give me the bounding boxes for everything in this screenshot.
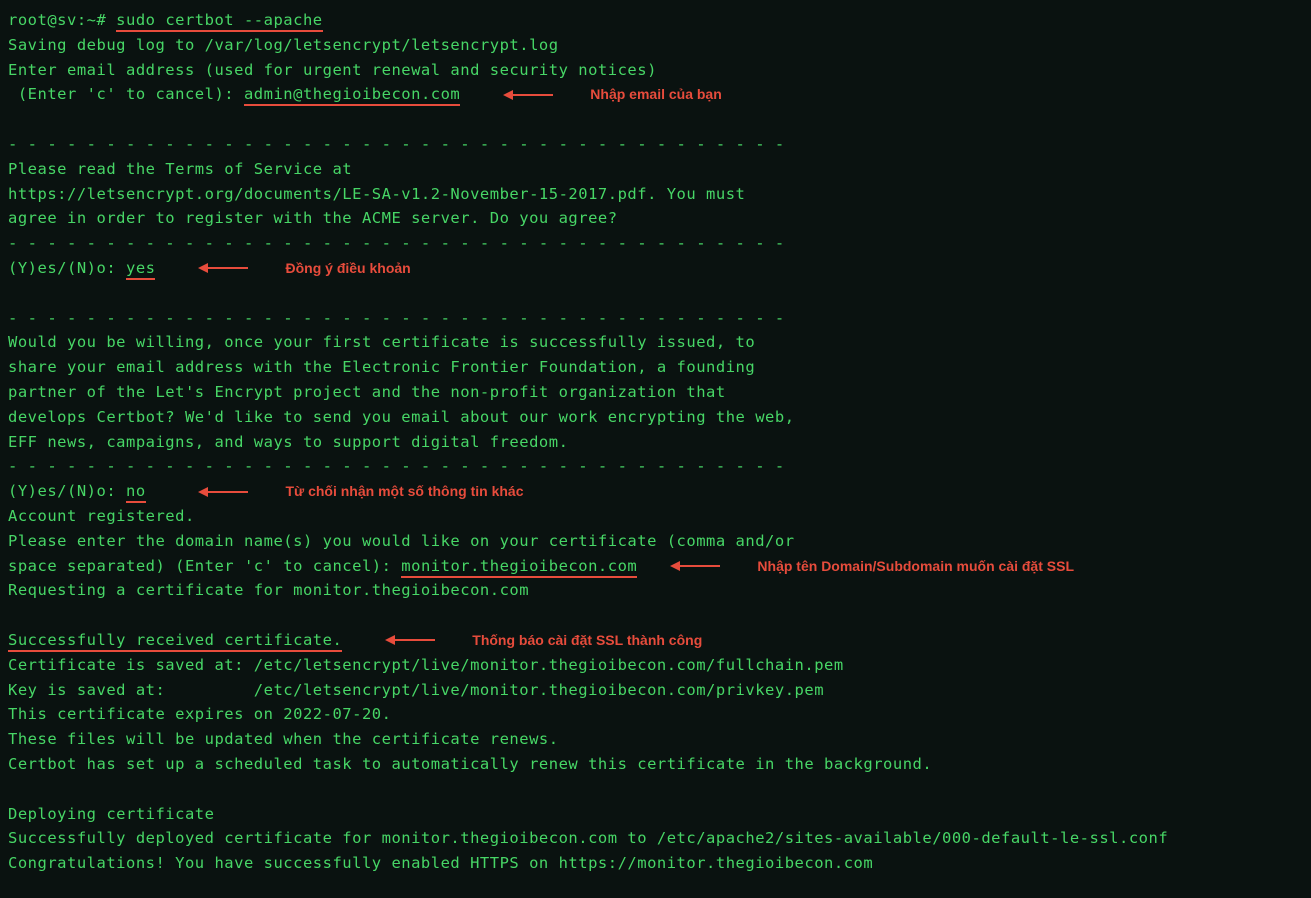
email-value: admin@thegioibecon.com [244, 85, 460, 106]
prompt-email-header: Enter email address (used for urgent ren… [8, 58, 1303, 83]
requesting-line: Requesting a certificate for monitor.the… [8, 578, 1303, 603]
eff-line: EFF news, campaigns, and ways to support… [8, 430, 1303, 455]
expiry-line: This certificate expires on 2022-07-20. [8, 702, 1303, 727]
divider: - - - - - - - - - - - - - - - - - - - - … [8, 132, 1303, 157]
arrow-icon [498, 90, 553, 100]
success-text: Successfully received certificate. [8, 631, 342, 652]
renew-line: These files will be updated when the cer… [8, 727, 1303, 752]
divider: - - - - - - - - - - - - - - - - - - - - … [8, 454, 1303, 479]
deploy-success: Successfully deployed certificate for mo… [8, 826, 1303, 851]
eff-line: Would you be willing, once your first ce… [8, 330, 1303, 355]
key-path: Key is saved at: /etc/letsencrypt/live/m… [8, 678, 1303, 703]
arrow-icon [193, 263, 248, 273]
agree-value: yes [126, 259, 156, 280]
annotation-decline: Từ chối nhận một số thông tin khác [285, 483, 523, 499]
tos-line: Please read the Terms of Service at [8, 157, 1303, 182]
log-line: Saving debug log to /var/log/letsencrypt… [8, 33, 1303, 58]
prompt-domain-input[interactable]: space separated) (Enter 'c' to cancel): … [8, 554, 1303, 579]
domain-value: monitor.thegioibecon.com [401, 557, 637, 578]
schedule-line: Certbot has set up a scheduled task to a… [8, 752, 1303, 777]
tos-line: agree in order to register with the ACME… [8, 206, 1303, 231]
prompt-agree[interactable]: (Y)es/(N)o: yes Đồng ý điều khoản [8, 256, 1303, 281]
terminal-output: root@sv:~# sudo certbot --apache Saving … [8, 8, 1303, 876]
prompt-email-input[interactable]: (Enter 'c' to cancel): admin@thegioibeco… [8, 82, 1303, 107]
arrow-icon [665, 561, 720, 571]
eff-value: no [126, 482, 146, 503]
divider: - - - - - - - - - - - - - - - - - - - - … [8, 306, 1303, 331]
arrow-icon [193, 487, 248, 497]
annotation-agree: Đồng ý điều khoản [285, 260, 410, 276]
eff-line: share your email address with the Electr… [8, 355, 1303, 380]
prompt-domain-header: Please enter the domain name(s) you woul… [8, 529, 1303, 554]
divider: - - - - - - - - - - - - - - - - - - - - … [8, 231, 1303, 256]
yn-label: (Y)es/(N)o: [8, 259, 126, 277]
annotation-email: Nhập email của bạn [590, 86, 721, 102]
success-line: Successfully received certificate. Thống… [8, 628, 1303, 653]
annotation-domain: Nhập tên Domain/Subdomain muốn cài đặt S… [757, 558, 1074, 574]
cert-path: Certificate is saved at: /etc/letsencryp… [8, 653, 1303, 678]
congrats-line: Congratulations! You have successfully e… [8, 851, 1303, 876]
arrow-icon [380, 635, 435, 645]
eff-line: develops Certbot? We'd like to send you … [8, 405, 1303, 430]
prompt-eff[interactable]: (Y)es/(N)o: no Từ chối nhận một số thông… [8, 479, 1303, 504]
deploy-header: Deploying certificate [8, 802, 1303, 827]
tos-line: https://letsencrypt.org/documents/LE-SA-… [8, 182, 1303, 207]
eff-line: partner of the Let's Encrypt project and… [8, 380, 1303, 405]
command: sudo certbot --apache [116, 11, 322, 32]
command-line[interactable]: root@sv:~# sudo certbot --apache [8, 8, 1303, 33]
annotation-success: Thống báo cài đặt SSL thành công [472, 632, 702, 648]
shell-prompt: root@sv:~# [8, 11, 116, 29]
yn-label: (Y)es/(N)o: [8, 482, 126, 500]
account-registered: Account registered. [8, 504, 1303, 529]
